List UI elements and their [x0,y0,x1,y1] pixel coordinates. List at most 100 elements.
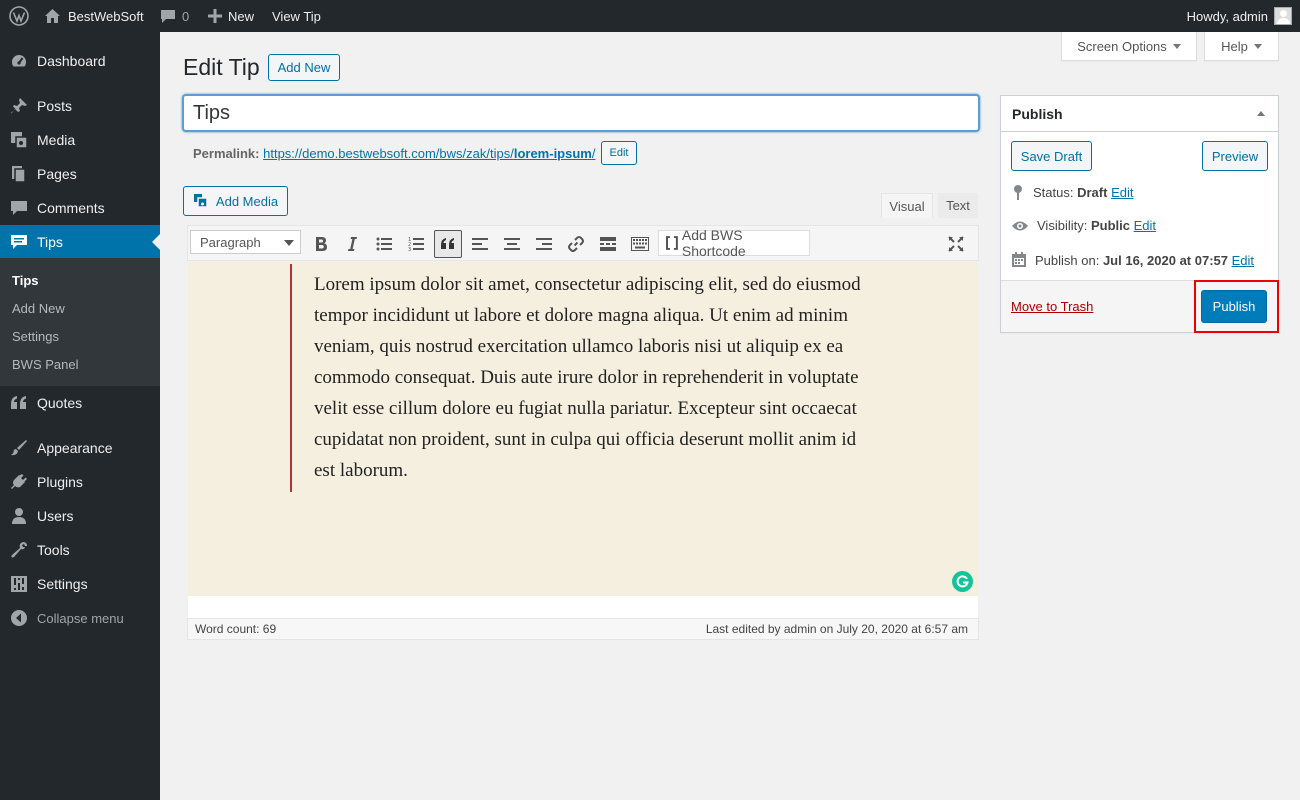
sidebar-item-users[interactable]: Users [0,499,160,533]
collapse-toggle-icon[interactable] [1257,111,1265,116]
sidebar-item-media[interactable]: Media [0,123,160,157]
svg-text:3: 3 [408,247,411,251]
editor-status-bar: Word count: 69 Last edited by admin on J… [187,618,979,640]
sidebar-item-appearance[interactable]: Appearance [0,431,160,465]
sidebar-item-posts[interactable]: Posts [0,89,160,123]
align-center-button[interactable] [498,230,526,258]
new-content-link[interactable]: New [208,0,254,32]
status-value: Draft [1077,184,1108,200]
permalink: Permalink: https://demo.bestwebsoft.com/… [193,146,595,161]
tips-submenu: Tips Add New Settings BWS Panel [0,258,160,386]
quote-icon [9,393,29,413]
help-button[interactable]: Help [1204,32,1279,61]
submenu-item-tips[interactable]: Tips [12,273,39,288]
sidebar-item-label: Pages [37,166,77,182]
add-bws-shortcode-button[interactable]: Add BWS Shortcode [658,227,810,259]
caret-down-icon [1253,43,1262,49]
sidebar-item-label: Dashboard [37,53,106,69]
fullscreen-button[interactable] [942,230,970,258]
format-select[interactable]: Paragraph [190,230,301,254]
account-menu[interactable]: Howdy, admin [1187,0,1292,32]
sidebar-item-label: Settings [37,576,88,592]
read-more-icon [600,237,616,251]
sidebar-item-settings[interactable]: Settings [0,567,160,601]
editor-toolbar: Paragraph 123 Add BWS Shortcode [187,225,979,261]
sidebar-item-dashboard[interactable]: Dashboard [0,44,160,78]
admin-sidebar: Dashboard Posts Media Pages Comments Tip… [0,32,160,800]
publish-box-header[interactable]: Publish [1001,96,1278,132]
add-media-icon [193,193,208,208]
move-to-trash-link[interactable]: Move to Trash [1011,299,1093,314]
sidebar-item-pages[interactable]: Pages [0,157,160,191]
view-tip-link[interactable]: View Tip [272,0,321,32]
publish-button[interactable]: Publish [1201,290,1267,323]
format-select-value: Paragraph [200,234,261,250]
toolbar-toggle-button[interactable] [626,230,654,258]
submenu-item-add-new[interactable]: Add New [12,301,65,316]
sidebar-item-label: Tips [37,234,63,250]
sidebar-item-comments[interactable]: Comments [0,191,160,225]
tab-text[interactable]: Text [938,193,978,218]
quote-icon [441,238,454,249]
add-bws-shortcode-label: Add BWS Shortcode [681,227,746,259]
publish-on-label: Publish on: [1035,252,1100,268]
submenu-item-settings[interactable]: Settings [12,329,59,344]
sidebar-item-quotes[interactable]: Quotes [0,386,160,420]
bold-button[interactable] [307,230,335,258]
permalink-url[interactable]: https://demo.bestwebsoft.com/bws/zak/tip… [263,146,595,161]
dashboard-icon [9,51,29,71]
status-edit-link[interactable]: Edit [1111,185,1133,200]
preview-button[interactable]: Preview [1202,141,1268,171]
read-more-button[interactable] [594,230,622,258]
comments-link[interactable]: 0 [160,0,189,32]
sidebar-item-label: Comments [37,200,105,216]
submenu-item-bws-panel[interactable]: BWS Panel [12,357,78,372]
blockquote-text[interactable]: Lorem ipsum dolor sit amet, consectetur … [290,264,870,492]
blockquote-button[interactable] [434,230,462,258]
publish-box-title: Publish [1012,105,1063,122]
add-new-button[interactable]: Add New [268,54,340,81]
post-title-input[interactable]: Tips [182,94,980,132]
add-media-button[interactable]: Add Media [183,186,288,216]
screen-options-label: Screen Options [1077,38,1167,54]
permalink-trailing: / [591,146,596,161]
insert-link-button[interactable] [562,230,590,258]
pages-icon [9,164,29,184]
grammarly-icon[interactable] [952,571,973,592]
visibility-value: Public [1090,218,1130,233]
screen-options-button[interactable]: Screen Options [1061,32,1197,61]
align-left-button[interactable] [466,230,494,258]
publish-actions: Move to Trash Publish [1001,280,1279,333]
sidebar-item-label: Appearance [37,440,113,456]
permalink-label: Permalink: [193,146,260,161]
collapse-menu-button[interactable]: Collapse menu [0,601,160,635]
align-right-button[interactable] [530,230,558,258]
status-label: Status: [1033,184,1074,200]
sidebar-item-tools[interactable]: Tools [0,533,160,567]
bullet-list-button[interactable] [370,230,398,258]
publish-on-edit-link[interactable]: Edit [1232,253,1254,268]
permalink-edit-button[interactable]: Edit [601,141,637,165]
last-edited: Last edited by admin on July 20, 2020 at… [705,622,968,636]
italic-button[interactable] [338,230,366,258]
sidebar-item-label: Posts [37,98,73,114]
pin-icon [1014,185,1022,200]
numbered-list-button[interactable]: 123 [402,230,430,258]
editor-bottom-area [188,596,978,618]
save-draft-button[interactable]: Save Draft [1011,141,1092,171]
visibility-label: Visibility: [1037,218,1088,233]
visibility-edit-link[interactable]: Edit [1134,218,1156,233]
collapse-icon [9,608,29,628]
sidebar-item-label: Quotes [37,395,83,411]
publish-box: Publish Save Draft Preview Status: Draft… [1000,95,1279,333]
site-name-link[interactable]: BestWebSoft [44,0,144,32]
sidebar-item-tips[interactable]: Tips [0,225,160,259]
publish-on-value: Jul 16, 2020 at 07:57 [1102,252,1228,268]
editor-content-area[interactable]: Lorem ipsum dolor sit amet, consectetur … [188,262,978,596]
tab-visual[interactable]: Visual [881,193,933,218]
media-icon [9,130,29,150]
wordpress-logo-icon[interactable] [9,0,29,32]
howdy-label: Howdy, admin [1186,8,1268,24]
sidebar-item-plugins[interactable]: Plugins [0,465,160,499]
numbered-list-icon: 123 [408,237,424,251]
